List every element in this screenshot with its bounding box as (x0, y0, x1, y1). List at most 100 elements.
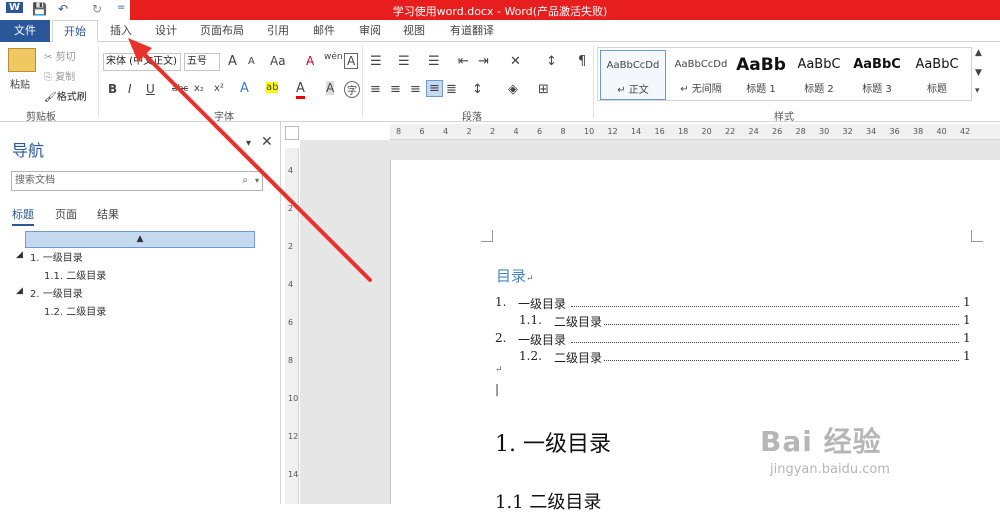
copy-button[interactable]: ⎘ 复制 (44, 68, 75, 83)
ribbon: 粘贴 ✂ 剪切 ⎘ 复制 🖌格式刷 剪贴板 宋体 (中文正文) 五号 A A A… (0, 42, 1000, 123)
expand-icon[interactable]: ◢ (16, 286, 23, 296)
style-heading-2[interactable]: AaBbC 标题 2 (786, 50, 852, 100)
grow-font-icon[interactable]: A (228, 54, 237, 69)
nav-heading-item[interactable]: 1.2. 二级目录 (44, 303, 106, 318)
tab-review[interactable]: 审阅 (352, 20, 388, 42)
tab-home[interactable]: 开始 (52, 20, 98, 43)
superscript-icon[interactable]: x² (214, 83, 224, 94)
style-heading-3[interactable]: AaBbC 标题 3 (844, 50, 910, 100)
tab-design[interactable]: 设计 (148, 20, 184, 42)
ruler-tick-label: 10 (584, 127, 595, 136)
format-painter-button[interactable]: 🖌格式刷 (44, 88, 87, 103)
decrease-indent-icon[interactable]: ⇤ (458, 54, 469, 69)
paste-button[interactable]: 粘贴 (10, 76, 30, 91)
paragraph-group-label: 段落 (462, 112, 482, 123)
toc-entry-num: 1.1. (519, 313, 542, 327)
nav-options-icon[interactable]: ▾ (246, 138, 251, 149)
tab-insert[interactable]: 插入 (104, 20, 138, 42)
char-shading-icon[interactable]: A (326, 81, 335, 95)
toc-entry-text[interactable]: 一级目录 (518, 295, 566, 312)
char-border-icon[interactable]: A (344, 53, 359, 69)
style-normal[interactable]: AaBbCcDd ↵ 正文 (600, 50, 666, 100)
nav-heading-item[interactable]: 1.1. 二级目录 (44, 267, 106, 282)
toc-entry-num: 1. (495, 295, 507, 309)
ruler-tick-label: 2 (288, 204, 294, 213)
styles-more-icon[interactable]: ▾ (975, 86, 980, 96)
increase-indent-icon[interactable]: ⇥ (478, 54, 489, 69)
align-right-icon[interactable]: ≡ (410, 82, 421, 97)
bold-icon[interactable]: B (108, 82, 117, 96)
search-icon[interactable]: ⌕ (242, 172, 248, 190)
justify-icon[interactable]: ≡ (426, 80, 443, 97)
borders-icon[interactable]: ⊞ (538, 82, 549, 97)
nav-title: 导航 (12, 141, 45, 160)
ribbon-tabs: 文件 开始 插入 设计 页面布局 引用 邮件 审阅 视图 有道翻译 (0, 20, 1000, 43)
clear-formatting-icon[interactable]: A (306, 54, 314, 68)
collapse-heading-bar[interactable]: ▲ (25, 231, 255, 248)
font-group-label: 字体 (214, 112, 234, 123)
nav-tab-headings[interactable]: 标题 (12, 206, 34, 226)
line-spacing-icon[interactable]: ↕ (472, 82, 483, 97)
toc-entry-text[interactable]: 一级目录 (518, 331, 566, 348)
toc-entry-page: 1 (963, 313, 971, 327)
styles-scroll-up-icon[interactable]: ▲ (975, 48, 982, 58)
toc-entry-text[interactable]: 二级目录 (554, 313, 602, 330)
nav-tab-results[interactable]: 结果 (97, 206, 119, 222)
search-dropdown-icon[interactable]: ▾ (255, 172, 259, 190)
enclose-char-icon[interactable]: 字 (344, 81, 360, 98)
close-icon[interactable]: ✕ (261, 134, 273, 150)
vertical-ruler[interactable]: 4 2 2 4 6 8 10 12 14 (285, 148, 299, 504)
font-size-combo[interactable]: 五号 (184, 53, 220, 71)
change-case-icon[interactable]: Aa (270, 54, 286, 68)
subscript-icon[interactable]: x₂ (194, 83, 204, 94)
cursor: | (495, 382, 500, 396)
ruler-tick-label: 20 (701, 127, 712, 136)
expand-icon[interactable]: ◢ (16, 250, 23, 260)
tab-youdao[interactable]: 有道翻译 (442, 20, 502, 42)
paste-icon[interactable] (8, 48, 36, 72)
bullets-icon[interactable]: ☰ (370, 54, 382, 69)
ruler-tick-label: 8 (560, 127, 566, 136)
horizontal-ruler[interactable]: 8 6 4 2 2 4 6 8 10 12 14 16 18 20 22 24 26 28 30 32 34 36 38 40… (390, 124, 1000, 140)
text-effects-icon[interactable]: A (240, 81, 249, 96)
style-title[interactable]: AaBbC 标题 (904, 50, 970, 100)
underline-icon[interactable]: U (146, 82, 155, 96)
tab-view[interactable]: 视图 (396, 20, 432, 42)
highlight-icon[interactable]: ab (266, 82, 279, 93)
document-page[interactable]: 目录↵ 1. 一级目录 1 1.1. 二级目录 1 2. 一级目录 1 1.2.… (390, 160, 1000, 513)
search-input[interactable]: 搜索文档 ⌕ ▾ (11, 171, 263, 191)
nav-tab-pages[interactable]: 页面 (55, 206, 77, 222)
multilevel-list-icon[interactable]: ☰ (428, 54, 440, 69)
tab-layout[interactable]: 页面布局 (196, 20, 248, 42)
chinese-layout-icon[interactable]: ✕ (510, 54, 521, 69)
tab-file[interactable]: 文件 (0, 20, 50, 42)
cut-button[interactable]: ✂ 剪切 (44, 48, 76, 63)
toc-entry-num: 2. (495, 331, 507, 345)
toc-entry-text[interactable]: 二级目录 (554, 349, 602, 366)
strikethrough-icon[interactable]: abc (172, 84, 188, 94)
styles-scroll-down-icon[interactable]: ▼ (975, 68, 982, 78)
italic-icon[interactable]: I (128, 82, 132, 96)
ruler-tick-label: 8 (396, 127, 402, 136)
phonetic-guide-icon[interactable]: wén (324, 52, 343, 62)
numbering-icon[interactable]: ☰ (398, 54, 410, 69)
shading-icon[interactable]: ◈ (508, 82, 518, 97)
style-no-spacing[interactable]: AaBbCcDd ↵ 无间隔 (668, 50, 734, 100)
style-heading-1[interactable]: AaBb 标题 1 (728, 50, 794, 100)
align-center-icon[interactable]: ≡ (390, 82, 401, 97)
tab-mailings[interactable]: 邮件 (306, 20, 342, 42)
font-color-icon[interactable]: A (296, 81, 305, 99)
tab-references[interactable]: 引用 (260, 20, 296, 42)
ruler-tab-selector[interactable] (285, 126, 299, 140)
distributed-icon[interactable]: ≣ (446, 82, 457, 97)
align-left-icon[interactable]: ≡ (370, 82, 381, 97)
heading-2[interactable]: 1.1 二级目录 (495, 488, 601, 514)
ruler-tick-label: 12 (288, 432, 299, 441)
sort-icon[interactable]: ↕ (546, 54, 557, 69)
heading-1[interactable]: 1. 一级目录 (495, 426, 611, 458)
nav-heading-item[interactable]: 1. 一级目录 (30, 249, 83, 264)
shrink-font-icon[interactable]: A (248, 56, 255, 67)
font-family-combo[interactable]: 宋体 (中文正文) (103, 53, 181, 71)
show-marks-icon[interactable]: ¶ (578, 54, 586, 69)
nav-heading-item[interactable]: 2. 一级目录 (30, 285, 83, 300)
